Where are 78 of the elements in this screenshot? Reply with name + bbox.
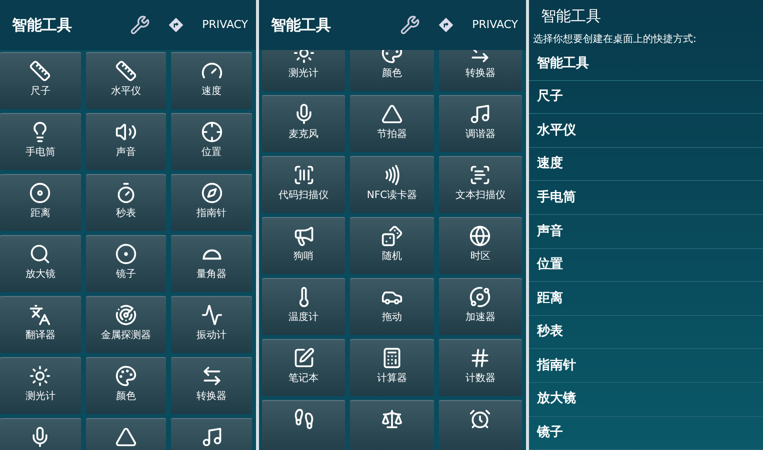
tool-tile[interactable]: 拖动 xyxy=(350,278,434,335)
shortcut-option[interactable]: 速度 xyxy=(529,148,763,182)
tool-tile[interactable]: 文本扫描仪 xyxy=(438,156,522,213)
tool-tile[interactable]: 加速器 xyxy=(438,278,522,335)
footprints-icon xyxy=(292,408,315,430)
diamond-arrow-icon[interactable] xyxy=(168,17,184,33)
tool-tile[interactable]: 手电筒 xyxy=(0,113,81,170)
tool-tile[interactable] xyxy=(350,400,434,450)
tool-tile[interactable]: 声音 xyxy=(86,113,166,170)
tool-tile[interactable]: 时区 xyxy=(438,217,522,274)
tool-tile[interactable]: 计数器 xyxy=(438,339,522,396)
tool-tile[interactable]: 转换器 xyxy=(438,50,522,91)
translate-icon xyxy=(29,304,52,326)
shortcut-option[interactable]: 位置 xyxy=(529,248,763,282)
tool-tile[interactable]: 计算器 xyxy=(350,339,434,396)
tool-tile[interactable]: 速度 xyxy=(171,52,252,109)
tool-tile[interactable]: 测光计 xyxy=(0,357,81,414)
tool-tile[interactable]: 随机 xyxy=(350,217,434,274)
settings-icon[interactable] xyxy=(400,15,420,35)
privacy-button[interactable]: PRIVACY xyxy=(202,16,248,34)
shortcut-option[interactable]: 距离 xyxy=(529,282,763,316)
tool-tile[interactable]: 笔记本 xyxy=(262,339,346,396)
tool-tile[interactable]: 秒表 xyxy=(86,174,166,231)
shortcut-option[interactable]: 镜子 xyxy=(529,416,763,450)
globe-icon xyxy=(469,225,492,247)
tool-tile[interactable]: 颜色 xyxy=(350,50,434,91)
dice-icon xyxy=(380,225,403,247)
tool-tile[interactable]: 指南针 xyxy=(171,174,252,231)
alarm-clock-icon xyxy=(469,408,492,430)
tool-tile[interactable]: 量角器 xyxy=(171,235,252,292)
settings-icon[interactable] xyxy=(130,15,150,35)
tool-tile[interactable]: 尺子 xyxy=(0,52,81,109)
shortcut-option[interactable]: 声音 xyxy=(529,214,763,249)
ruler-icon xyxy=(29,60,52,82)
tool-tile[interactable]: 翻译器 xyxy=(0,296,81,353)
tool-tile[interactable]: NFC读卡器 xyxy=(350,156,434,213)
text-scanner-icon xyxy=(469,164,492,186)
tool-tile[interactable]: 调谐器 xyxy=(438,95,522,152)
tool-tile[interactable] xyxy=(262,400,346,450)
tool-tile[interactable]: 放大镜 xyxy=(0,235,81,292)
orbit-icon xyxy=(469,286,492,308)
wave-icon xyxy=(200,304,223,326)
app-title: 智能工具 xyxy=(271,14,331,36)
privacy-button[interactable]: PRIVACY xyxy=(472,16,518,34)
tool-tile[interactable]: 镜子 xyxy=(86,235,166,292)
tool-tile[interactable] xyxy=(438,400,522,450)
crosshair-icon xyxy=(200,121,223,143)
scale-icon xyxy=(380,408,403,430)
tool-tile[interactable]: 金属探测器 xyxy=(86,296,166,353)
palette-icon xyxy=(114,365,137,387)
notepad-icon xyxy=(292,347,315,369)
tool-tile[interactable]: 转换器 xyxy=(171,357,252,414)
shortcut-option[interactable]: 放大镜 xyxy=(529,382,763,417)
shortcut-option[interactable]: 智能工具 xyxy=(529,47,763,81)
shortcut-option[interactable]: 指南针 xyxy=(529,349,763,383)
magnifier-icon xyxy=(29,243,52,265)
tool-tile[interactable]: 颜色 xyxy=(86,357,166,414)
app-title: 智能工具 xyxy=(12,14,72,36)
tool-tile[interactable]: 代码扫描仪 xyxy=(262,156,346,213)
shortcut-option[interactable]: 秒表 xyxy=(529,316,763,350)
tool-tile[interactable]: 距离 xyxy=(0,174,81,231)
shortcut-option[interactable]: 手电筒 xyxy=(529,181,763,215)
shortcut-option[interactable]: 水平仪 xyxy=(529,114,763,148)
tool-tile[interactable]: 测光计 xyxy=(262,50,346,91)
compass-icon xyxy=(200,182,223,204)
tool-tile[interactable]: 位置 xyxy=(171,113,252,170)
tool-tile[interactable]: 节拍器 xyxy=(350,95,434,152)
speaker-icon xyxy=(114,121,137,143)
tool-tile[interactable]: 水平仪 xyxy=(86,52,166,109)
dialog-title: 智能工具 xyxy=(541,6,601,27)
barcode-scanner-icon xyxy=(292,164,315,186)
tool-tile[interactable]: 狗哨 xyxy=(262,217,346,274)
shortcut-option[interactable]: 尺子 xyxy=(529,80,763,114)
tool-tile[interactable]: 振动计 xyxy=(171,296,252,353)
tool-tile[interactable]: 麦克风 xyxy=(262,95,346,152)
diamond-arrow-icon[interactable] xyxy=(438,17,454,33)
dialog-subtitle: 选择你想要创建在桌面上的快捷方式: xyxy=(532,32,698,47)
tool-tile[interactable]: 温度计 xyxy=(262,278,346,335)
